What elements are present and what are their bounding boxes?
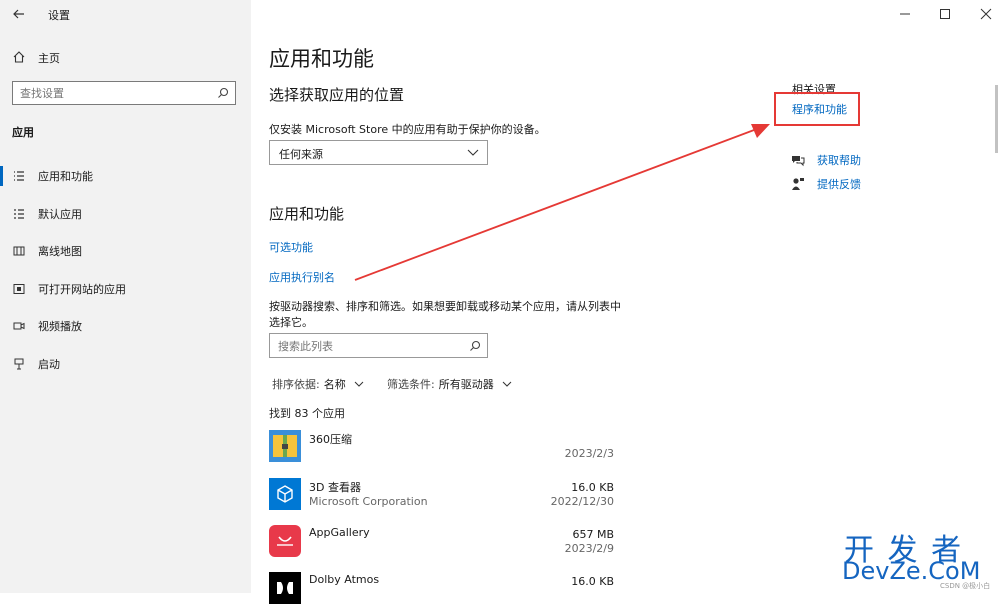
sidebar-item-default-apps[interactable]: 默认应用 [0, 198, 251, 230]
app-date: 2022/12/30 [550, 495, 614, 508]
minimize-button[interactable] [897, 6, 913, 20]
found-count: 找到 83 个应用 [269, 407, 345, 420]
sidebar-item-website-apps[interactable]: 可打开网站的应用 [0, 273, 251, 305]
watermark-small: CSDN @极小白 [940, 582, 991, 590]
sidebar-item-startup[interactable]: 启动 [0, 348, 251, 380]
filter-value: 所有驱动器 [438, 378, 494, 391]
back-button[interactable] [10, 5, 28, 23]
sidebar-item-label: 默认应用 [38, 208, 82, 221]
chevron-down-icon [502, 381, 512, 387]
home-icon [13, 51, 25, 63]
search-icon[interactable] [469, 340, 481, 352]
chevron-down-icon [467, 149, 479, 156]
sidebar-item-video-playback[interactable]: 视频播放 [0, 310, 251, 342]
app-name: Dolby Atmos [309, 573, 380, 586]
sort-label: 排序依据: [272, 378, 320, 391]
sidebar-item-label: 离线地图 [38, 245, 82, 258]
source-select[interactable]: 任何来源 [269, 140, 488, 165]
optional-features-link[interactable]: 可选功能 [269, 239, 313, 255]
app-size: 657 MB [572, 528, 614, 541]
help-chat-icon [792, 156, 805, 167]
app-list-item[interactable]: 3D 查看器 Microsoft Corporation 16.0 KB 202… [269, 478, 614, 522]
back-arrow-icon [13, 9, 24, 19]
filter-label: 筛选条件: [387, 378, 435, 391]
maximize-button[interactable] [937, 6, 953, 20]
sidebar-item-label: 可打开网站的应用 [38, 283, 126, 296]
startup-icon [12, 357, 26, 371]
source-select-value: 任何来源 [279, 148, 323, 161]
sidebar: 设置 主页 应用 应用和功能 默认应用 离线地图 [0, 0, 251, 593]
map-icon [12, 244, 26, 258]
video-icon [12, 319, 26, 333]
close-button[interactable] [978, 6, 994, 20]
source-section-title: 选择获取应用的位置 [269, 86, 405, 104]
sidebar-item-label: 启动 [38, 358, 60, 371]
3d-viewer-icon [269, 478, 301, 510]
feedback-icon [792, 178, 804, 190]
settings-search-box[interactable] [12, 81, 236, 105]
app-list-search-box[interactable] [269, 333, 488, 358]
default-apps-icon [12, 207, 26, 221]
search-description: 按驱动器搜索、排序和筛选。如果想要卸载或移动某个应用，请从列表中选择它。 [269, 300, 621, 329]
list-icon [12, 169, 26, 183]
feedback-label: 提供反馈 [817, 178, 861, 191]
app-publisher: Microsoft Corporation [309, 495, 428, 508]
apps-section-title: 应用和功能 [269, 205, 345, 223]
settings-search-input[interactable] [20, 85, 210, 101]
programs-features-link[interactable]: 程序和功能 [792, 101, 847, 117]
app-list-item[interactable]: AppGallery 657 MB 2023/2/9 [269, 525, 614, 569]
close-icon [980, 8, 992, 20]
app-size: 16.0 KB [571, 481, 614, 494]
app-list-item[interactable]: Dolby Atmos 16.0 KB [269, 572, 614, 616]
search-icon[interactable] [217, 87, 229, 99]
app-date: 2023/2/9 [564, 542, 614, 555]
chevron-down-icon [354, 381, 364, 387]
app-name: AppGallery [309, 526, 370, 539]
app-date: 2023/2/3 [564, 447, 614, 460]
dolby-icon [269, 572, 301, 604]
home-label: 主页 [38, 52, 60, 65]
app-alias-link[interactable]: 应用执行别名 [269, 269, 335, 285]
app-name: 3D 查看器 [309, 481, 361, 494]
app-size: 16.0 KB [571, 575, 614, 588]
sidebar-item-label: 应用和功能 [38, 170, 93, 183]
app-list-search-input[interactable] [278, 338, 458, 354]
website-app-icon [12, 282, 26, 296]
filter-dropdown[interactable]: 筛选条件: 所有驱动器 [387, 376, 512, 392]
sidebar-item-apps-features[interactable]: 应用和功能 [0, 160, 251, 192]
minimize-icon [900, 13, 910, 15]
maximize-icon [940, 9, 950, 19]
app-name: 360压缩 [309, 433, 352, 446]
main-content: 应用和功能 选择获取应用的位置 仅安装 Microsoft Store 中的应用… [251, 0, 1000, 604]
sidebar-item-label: 视频播放 [38, 320, 82, 333]
360zip-icon [269, 430, 301, 462]
get-help-link[interactable]: 获取帮助 [791, 152, 861, 168]
sidebar-section-title: 应用 [12, 126, 34, 139]
scrollbar-thumb[interactable] [995, 85, 998, 153]
app-list-item[interactable]: 360压缩 2023/2/3 [269, 430, 614, 474]
page-title: 应用和功能 [269, 47, 374, 71]
get-help-label: 获取帮助 [817, 154, 861, 167]
feedback-link[interactable]: 提供反馈 [791, 176, 861, 192]
sort-dropdown[interactable]: 排序依据: 名称 [272, 376, 364, 392]
window-title: 设置 [48, 9, 70, 22]
home-nav[interactable]: 主页 [0, 44, 251, 70]
sort-value: 名称 [323, 378, 346, 391]
appgallery-icon [269, 525, 301, 557]
source-description: 仅安装 Microsoft Store 中的应用有助于保护你的设备。 [269, 123, 546, 136]
sidebar-item-offline-maps[interactable]: 离线地图 [0, 235, 251, 267]
